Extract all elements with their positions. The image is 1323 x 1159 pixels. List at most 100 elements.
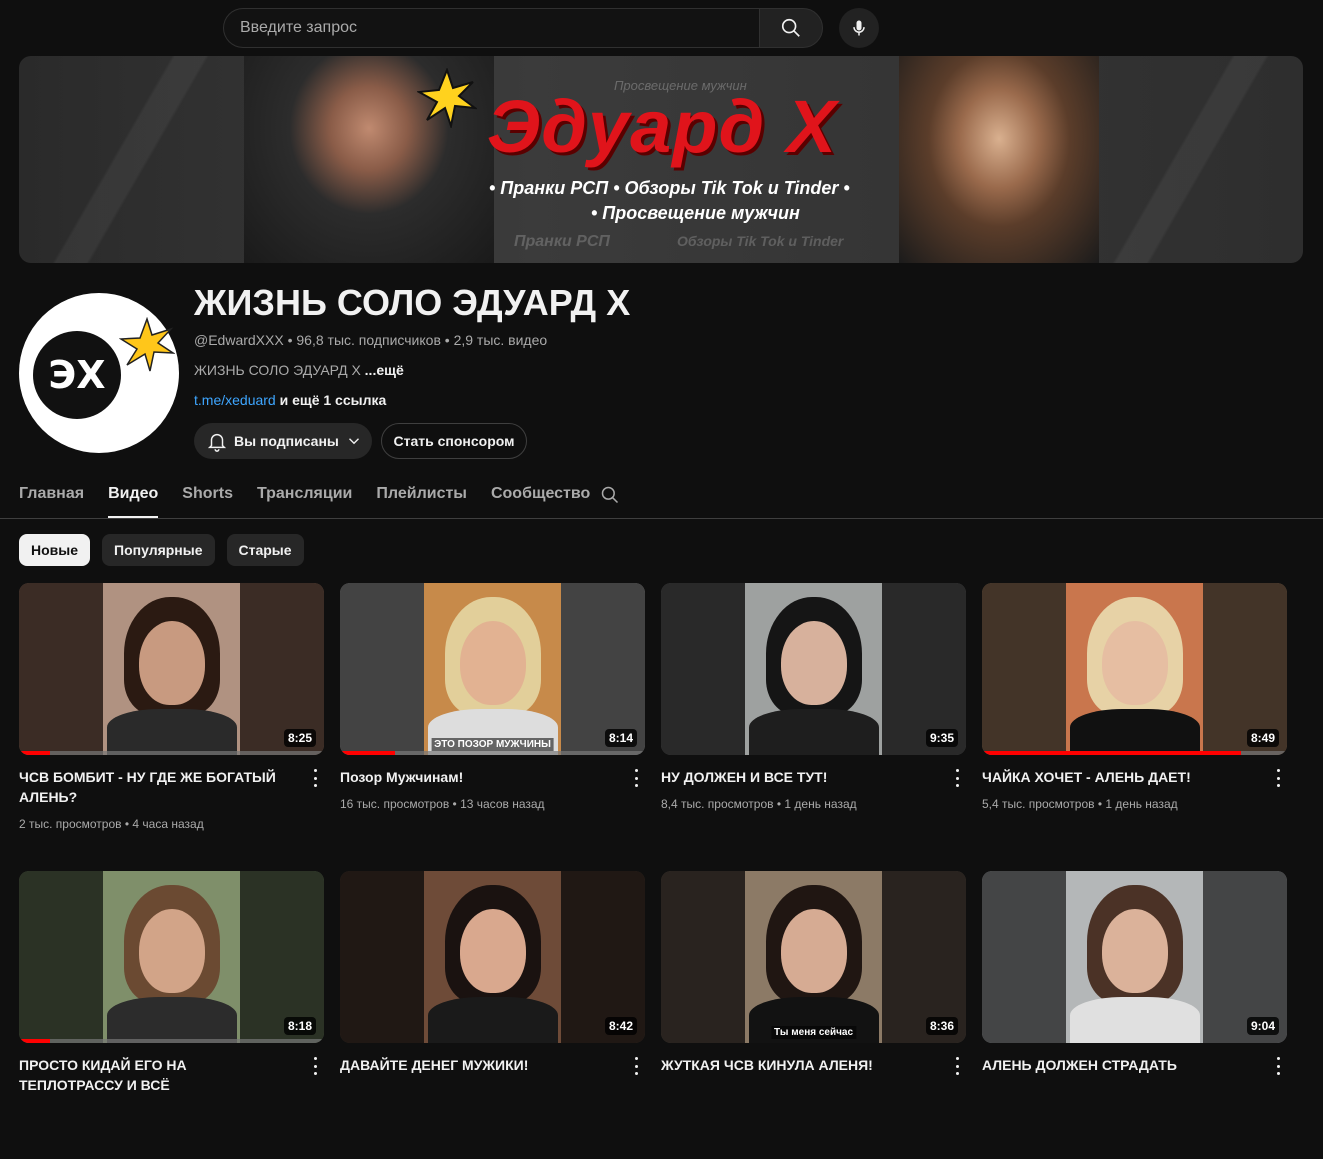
top-bar: Введите запрос xyxy=(0,0,1323,56)
view-count: 2 тыс. просмотров xyxy=(19,817,122,831)
video-title[interactable]: НУ ДОЛЖЕН И ВСЕ ТУТ! xyxy=(661,767,931,787)
tab-videos[interactable]: Видео xyxy=(108,478,159,518)
thumbnail-background xyxy=(19,871,103,1043)
video-grid: 8:25 ЧСВ БОМБИТ - НУ ГДЕ ЖЕ БОГАТЫЙ АЛЕН… xyxy=(19,583,1299,1159)
chip-oldest[interactable]: Старые xyxy=(226,534,304,566)
video-duration: 8:18 xyxy=(283,1017,316,1035)
watch-progress-fill xyxy=(340,751,395,755)
video-title[interactable]: ЖУТКАЯ ЧСВ КИНУЛА АЛЕНЯ! xyxy=(661,1055,931,1075)
video-thumbnail[interactable]: 8:49 xyxy=(982,583,1287,755)
banner-subtitle-2: • Просвещение мужчин xyxy=(591,203,800,223)
more-actions-icon[interactable] xyxy=(1275,1057,1281,1075)
thumbnail-frame xyxy=(745,583,882,755)
video-duration: 8:25 xyxy=(283,729,316,747)
channel-search-icon[interactable] xyxy=(600,485,620,505)
sponsor-button[interactable]: Стать спонсором xyxy=(381,423,527,459)
thumbnail-torso xyxy=(748,709,879,755)
watch-progress-bar xyxy=(982,751,1287,755)
thumbnail-face xyxy=(138,908,205,993)
video-card[interactable]: 9:35 НУ ДОЛЖЕН И ВСЕ ТУТ! 8,4 тыс. просм… xyxy=(661,583,966,871)
video-title[interactable]: ЧАЙКА ХОЧЕТ - АЛЕНЬ ДАЕТ! xyxy=(982,767,1252,787)
thumbnail-background xyxy=(661,583,745,755)
search-icon xyxy=(781,18,800,37)
explosion-icon xyxy=(417,68,477,128)
meta-separator: • xyxy=(283,332,297,348)
thumbnail-torso xyxy=(1069,709,1200,755)
thumbnail-face xyxy=(780,620,847,705)
telegram-link[interactable]: t.me/xeduard xyxy=(194,392,276,408)
chip-popular[interactable]: Популярные xyxy=(102,534,215,566)
channel-tabs: Главная Видео Shorts Трансляции Плейлист… xyxy=(19,478,590,518)
more-actions-icon[interactable] xyxy=(1275,769,1281,787)
view-count: 8,4 тыс. просмотров xyxy=(661,797,774,811)
video-thumbnail[interactable]: 9:04 xyxy=(982,871,1287,1043)
video-card[interactable]: 9:04 АЛЕНЬ ДОЛЖЕН СТРАДАТЬ xyxy=(982,871,1287,1159)
channel-description[interactable]: ЖИЗНЬ СОЛО ЭДУАРД Х ...ещё xyxy=(194,362,404,378)
more-actions-icon[interactable] xyxy=(954,769,960,787)
video-card[interactable]: 8:25 ЧСВ БОМБИТ - НУ ГДЕ ЖЕ БОГАТЫЙ АЛЕН… xyxy=(19,583,324,871)
chip-newest[interactable]: Новые xyxy=(19,534,91,566)
video-duration: 8:42 xyxy=(604,1017,637,1035)
thumbnail-face xyxy=(459,908,526,993)
subscribed-button[interactable]: Вы подписаны xyxy=(194,423,372,459)
microphone-icon xyxy=(853,20,865,36)
video-thumbnail[interactable]: 8:25 xyxy=(19,583,324,755)
video-thumbnail[interactable]: ЭТО ПОЗОР МУЖЧИНЫ 8:14 xyxy=(340,583,645,755)
more-actions-icon[interactable] xyxy=(633,769,639,787)
video-thumbnail[interactable]: 9:35 xyxy=(661,583,966,755)
tab-community[interactable]: Сообщество xyxy=(491,478,590,518)
thumbnail-caption: Ты меня сейчас xyxy=(770,1026,857,1039)
meta-separator: • xyxy=(449,797,461,811)
tab-home[interactable]: Главная xyxy=(19,478,84,518)
channel-avatar[interactable]: ЭХ xyxy=(19,293,179,453)
banner-ghost-text-1: Пранки РСП xyxy=(514,233,610,250)
more-actions-icon[interactable] xyxy=(954,1057,960,1075)
video-title[interactable]: ПРОСТО КИДАЙ ЕГО НА ТЕПЛОТРАССУ И ВСЁ xyxy=(19,1055,289,1095)
thumbnail-frame xyxy=(1066,583,1203,755)
video-title[interactable]: Позор Мужчинам! xyxy=(340,767,610,787)
thumbnail-frame xyxy=(424,871,561,1043)
video-thumbnail[interactable]: Ты меня сейчас 8:36 xyxy=(661,871,966,1043)
video-thumbnail[interactable]: 8:42 xyxy=(340,871,645,1043)
search-button[interactable] xyxy=(759,8,823,48)
voice-search-button[interactable] xyxy=(839,8,879,48)
more-actions-icon[interactable] xyxy=(633,1057,639,1075)
thumbnail-frame xyxy=(424,583,561,755)
search-input[interactable]: Введите запрос xyxy=(223,8,760,48)
video-card[interactable]: Ты меня сейчас 8:36 ЖУТКАЯ ЧСВ КИНУЛА АЛ… xyxy=(661,871,966,1159)
subscribed-label: Вы подписаны xyxy=(234,433,339,449)
tab-playlists[interactable]: Плейлисты xyxy=(376,478,467,518)
channel-meta: @EdwardXXX • 96,8 тыс. подписчиков • 2,9… xyxy=(194,332,547,348)
more-actions-icon[interactable] xyxy=(312,769,318,787)
chevron-down-icon xyxy=(348,438,359,445)
video-card[interactable]: 8:18 ПРОСТО КИДАЙ ЕГО НА ТЕПЛОТРАССУ И В… xyxy=(19,871,324,1159)
thumbnail-background xyxy=(661,871,745,1043)
tab-live[interactable]: Трансляции xyxy=(257,478,352,518)
sort-chips: Новые Популярные Старые xyxy=(19,534,304,566)
video-meta: 2 тыс. просмотров • 4 часа назад xyxy=(19,817,204,831)
banner-subtitle-1: • Пранки РСП • Обзоры Tik Tok и Tinder • xyxy=(489,178,850,198)
video-card[interactable]: 8:42 ДАВАЙТЕ ДЕНЕГ МУЖИКИ! xyxy=(340,871,645,1159)
thumbnail-torso xyxy=(106,709,237,755)
video-title[interactable]: ДАВАЙТЕ ДЕНЕГ МУЖИКИ! xyxy=(340,1055,610,1075)
upload-age: 13 часов назад xyxy=(460,797,545,811)
meta-separator: • xyxy=(773,797,785,811)
video-thumbnail[interactable]: 8:18 xyxy=(19,871,324,1043)
video-count: 2,9 тыс. видео xyxy=(453,332,548,348)
video-card[interactable]: ЭТО ПОЗОР МУЖЧИНЫ 8:14 Позор Мужчинам! 1… xyxy=(340,583,645,871)
video-title[interactable]: АЛЕНЬ ДОЛЖЕН СТРАДАТЬ xyxy=(982,1055,1252,1075)
video-card[interactable]: 8:49 ЧАЙКА ХОЧЕТ - АЛЕНЬ ДАЕТ! 5,4 тыс. … xyxy=(982,583,1287,871)
view-count: 16 тыс. просмотров xyxy=(340,797,450,811)
watch-progress-bar xyxy=(19,751,324,755)
thumbnail-torso xyxy=(1069,997,1200,1043)
banner-title: Эдуард Х xyxy=(487,85,838,168)
more-actions-icon[interactable] xyxy=(312,1057,318,1075)
video-title[interactable]: ЧСВ БОМБИТ - НУ ГДЕ ЖЕ БОГАТЫЙ АЛЕНЬ? xyxy=(19,767,289,807)
upload-age: 4 часа назад xyxy=(132,817,204,831)
channel-handle: @EdwardXXX xyxy=(194,332,284,348)
thumbnail-face xyxy=(1101,908,1168,993)
more-links[interactable]: и ещё 1 ссылка xyxy=(280,392,387,408)
tab-shorts[interactable]: Shorts xyxy=(182,478,233,518)
description-more-link[interactable]: ...ещё xyxy=(365,362,404,378)
video-duration: 8:14 xyxy=(604,729,637,747)
